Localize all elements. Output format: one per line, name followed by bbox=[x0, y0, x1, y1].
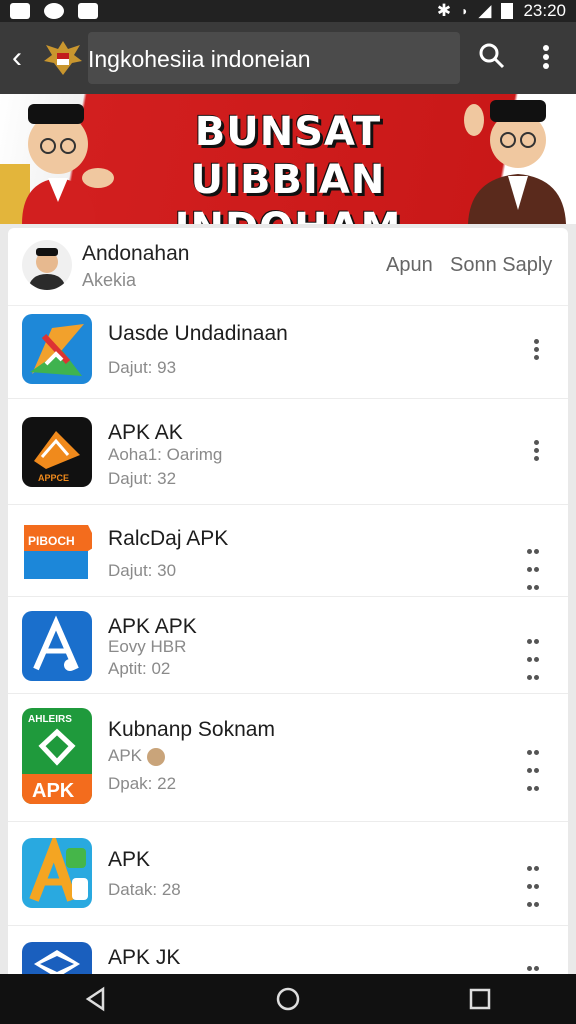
list-header: Andonahan Akekia Apun Sonn Saply bbox=[8, 228, 568, 306]
app-meta: Dpak: 22 bbox=[108, 774, 177, 793]
app-bar: ‹ Ingkohesiia indoneian bbox=[0, 22, 576, 94]
list-item[interactable]: Uasde Undadinaan Dajut: 93 bbox=[8, 306, 568, 399]
app-meta: Eovy HBR bbox=[108, 637, 187, 656]
more-options-icon[interactable] bbox=[526, 336, 546, 364]
more-options-icon[interactable] bbox=[526, 437, 546, 465]
map-arrow-icon bbox=[22, 314, 92, 384]
more-options-icon[interactable] bbox=[526, 543, 540, 590]
promo-banner[interactable]: BUNSAT UIBBIAN INDOHAM IMESA bbox=[0, 94, 576, 224]
list-item[interactable]: APK APK Eovy HBR Aptit: 02 bbox=[8, 597, 568, 694]
search-input[interactable]: Ingkohesiia indoneian bbox=[88, 32, 460, 84]
app-name: APK APK bbox=[108, 615, 197, 638]
app-meta: APK bbox=[108, 746, 165, 766]
list-item[interactable]: AHLEIRS APK Kubnanp Soknam APK Dpak: 22 bbox=[8, 694, 568, 822]
app-list-card: Andonahan Akekia Apun Sonn Saply Uasde U… bbox=[8, 228, 568, 988]
app-name: Uasde Undadinaan bbox=[108, 322, 288, 345]
header-title: Andonahan bbox=[82, 242, 190, 265]
app-meta: Dajut: 30 bbox=[108, 561, 177, 580]
more-options-icon[interactable] bbox=[526, 860, 540, 907]
banner-line-2: INDOHAM IMESA bbox=[118, 204, 458, 224]
signal-icon: ◢ bbox=[478, 1, 492, 20]
icon-label: APK bbox=[32, 780, 75, 802]
nav-back-icon[interactable] bbox=[83, 986, 109, 1012]
coin-icon bbox=[146, 747, 165, 766]
icon-label: APPCE bbox=[38, 473, 69, 483]
icon-label: PIBOCH bbox=[28, 534, 75, 548]
blue-a-icon bbox=[22, 611, 92, 681]
back-button[interactable]: ‹ bbox=[12, 41, 36, 75]
battery-icon bbox=[501, 3, 514, 19]
list-item[interactable]: APPCE APK AK Aoha1: Oarimg Dajut: 32 bbox=[8, 399, 568, 505]
app-meta: Aoha1: Oarimg bbox=[108, 445, 223, 464]
bluetooth-icon: ✱ bbox=[436, 1, 452, 20]
list-item[interactable]: PIBOCH RalcDaj APK Dajut: 30 bbox=[8, 505, 568, 597]
colorful-a-icon bbox=[22, 838, 92, 908]
orange-tag-icon: PIBOCH bbox=[22, 521, 92, 583]
app-name: APK JK bbox=[108, 946, 181, 969]
list-item[interactable]: APK Datak: 28 bbox=[8, 822, 568, 926]
app-meta: Dajut: 32 bbox=[108, 469, 177, 488]
orange-envelope-icon: APPCE bbox=[22, 417, 92, 487]
status-time: 23:20 bbox=[523, 1, 566, 20]
gallery-icon bbox=[10, 3, 30, 19]
garuda-emblem-icon bbox=[44, 41, 82, 75]
app-meta-label: APK bbox=[108, 746, 143, 765]
avatar[interactable] bbox=[22, 240, 72, 290]
overflow-menu-icon[interactable] bbox=[540, 44, 552, 70]
search-icon[interactable] bbox=[478, 42, 506, 70]
nav-home-icon[interactable] bbox=[275, 986, 301, 1012]
more-options-icon[interactable] bbox=[526, 744, 540, 791]
header-subtitle: Akekia bbox=[82, 270, 137, 290]
icon-label: AHLEIRS bbox=[28, 714, 72, 725]
banner-title: BUNSAT UIBBIAN INDOHAM IMESA bbox=[118, 108, 458, 224]
cartoon-figure-right bbox=[464, 100, 566, 224]
music-icon bbox=[44, 3, 64, 19]
app-meta: Aptit: 02 bbox=[108, 659, 171, 678]
wifi-icon: ◗ bbox=[461, 4, 469, 18]
message-icon bbox=[78, 3, 98, 19]
cartoon-figure-left bbox=[0, 104, 114, 224]
green-apk-icon: AHLEIRS APK bbox=[22, 708, 92, 804]
header-action-sonn-saply[interactable]: Sonn Saply bbox=[450, 254, 552, 277]
app-name: Kubnanp Soknam bbox=[108, 718, 275, 741]
app-meta: Dajut: 93 bbox=[108, 358, 177, 377]
header-action-apun[interactable]: Apun bbox=[386, 254, 433, 277]
more-options-icon[interactable] bbox=[526, 633, 540, 680]
app-meta: Datak: 28 bbox=[108, 880, 181, 899]
banner-line-1: BUNSAT UIBBIAN bbox=[190, 109, 386, 203]
system-nav-bar bbox=[0, 974, 576, 1024]
app-name: APK bbox=[108, 848, 151, 871]
status-bar: ✱ ◗ ◢ 23:20 bbox=[0, 0, 576, 22]
nav-recents-icon[interactable] bbox=[467, 986, 493, 1012]
app-name: RalcDaj APK bbox=[108, 527, 229, 550]
app-name: APK AK bbox=[108, 421, 183, 444]
